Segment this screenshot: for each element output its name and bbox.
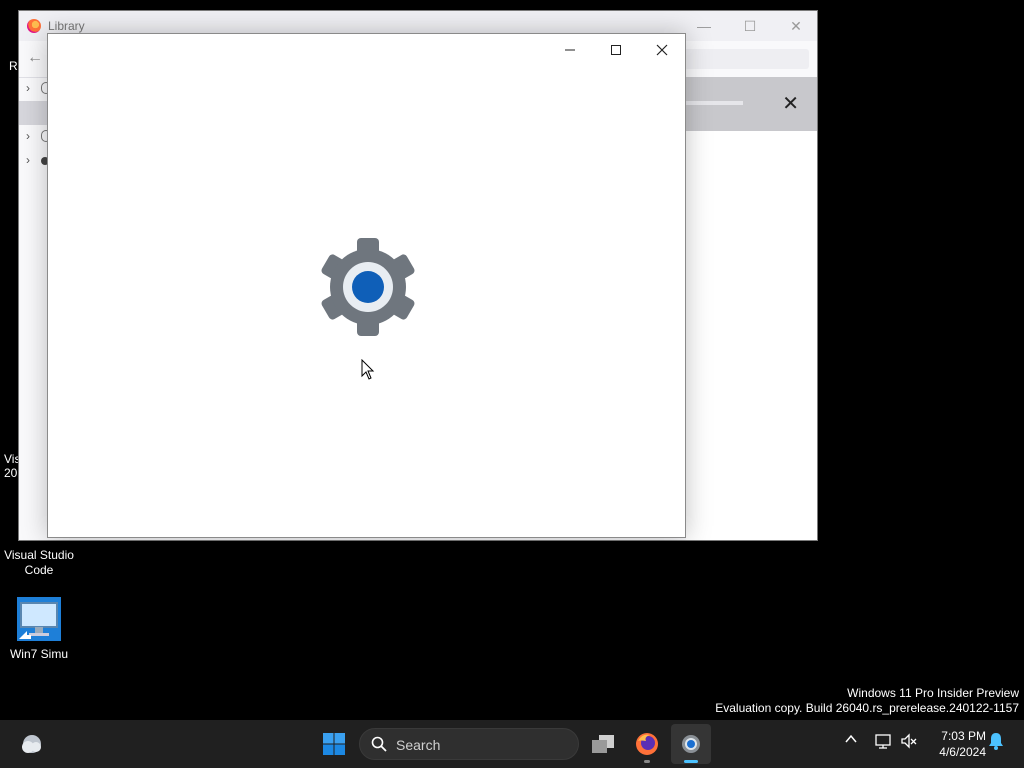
- firefox-taskbar-button[interactable]: [627, 724, 667, 764]
- gear-icon: [317, 236, 419, 338]
- firefox-icon: [636, 733, 658, 755]
- settings-minimize-button[interactable]: [547, 34, 593, 66]
- library-close-button[interactable]: ✕: [773, 11, 819, 41]
- settings-icon: [682, 735, 700, 753]
- bell-icon: [989, 733, 1003, 750]
- taskbar-search-box[interactable]: Search: [359, 728, 579, 760]
- chevron-right-icon[interactable]: ›: [26, 81, 30, 95]
- start-button[interactable]: [314, 724, 354, 764]
- desktop-icon-label: Win7 Simu: [9, 647, 68, 661]
- system-clock[interactable]: 7:03 PM 4/6/2024: [928, 728, 986, 760]
- tree-item-bookmarks[interactable]: ›: [19, 149, 49, 173]
- taskbar: Search 7:03 PM 4/6/2024: [0, 720, 1024, 768]
- close-icon: ✕: [790, 17, 802, 34]
- network-icon: [875, 734, 891, 749]
- maximize-icon: [611, 45, 621, 55]
- network-status-button[interactable]: [874, 732, 892, 755]
- library-content-pane: [686, 131, 817, 540]
- show-hidden-icons-button[interactable]: [844, 732, 858, 751]
- search-placeholder: Search: [396, 737, 441, 753]
- chevron-right-icon[interactable]: ›: [26, 129, 30, 143]
- mouse-cursor-icon: [361, 359, 375, 380]
- minimize-icon: [565, 49, 575, 51]
- settings-taskbar-button[interactable]: [671, 724, 711, 764]
- chevron-right-icon[interactable]: ›: [26, 153, 30, 167]
- tree-item-downloads[interactable]: [19, 101, 49, 125]
- chevron-up-icon: [845, 734, 857, 743]
- settings-close-button[interactable]: [639, 34, 685, 66]
- desktop-partial-label: 20: [4, 466, 18, 480]
- library-title: Library: [48, 19, 85, 33]
- maximize-icon: ☐: [743, 17, 757, 34]
- volume-button[interactable]: [900, 732, 918, 755]
- start-icon: [323, 733, 345, 755]
- library-notification-bar: ✕: [686, 77, 817, 131]
- library-minimize-button[interactable]: —: [681, 11, 727, 41]
- tree-item-tags[interactable]: ›: [19, 125, 51, 149]
- notification-close-icon[interactable]: ✕: [782, 91, 799, 116]
- library-search-field[interactable]: [669, 49, 809, 69]
- firefox-icon: [27, 19, 41, 33]
- evaluation-watermark: Windows 11 Pro Insider Preview Evaluatio…: [715, 686, 1019, 716]
- desktop-icon-vscode[interactable]: Visual Studio Code: [3, 548, 75, 578]
- progress-bar: [686, 101, 743, 105]
- library-maximize-button[interactable]: ☐: [727, 11, 773, 41]
- watermark-line: Evaluation copy. Build 26040.rs_prerelea…: [715, 701, 1019, 715]
- widgets-button[interactable]: [12, 724, 52, 764]
- desktop-icon-win7-simu[interactable]: Win7 Simu: [3, 595, 75, 662]
- clock-date: 4/6/2024: [939, 745, 986, 759]
- desktop-icon-label: Visual Studio Code: [4, 548, 74, 577]
- task-view-button[interactable]: [583, 724, 623, 764]
- tree-item-history[interactable]: ›: [19, 77, 51, 101]
- search-icon: [371, 736, 387, 752]
- task-view-icon: [592, 735, 614, 753]
- back-arrow-icon[interactable]: ←: [27, 49, 43, 67]
- speaker-muted-icon: [901, 733, 917, 749]
- clock-time: 7:03 PM: [941, 729, 986, 743]
- weather-cloud-icon: [22, 735, 41, 753]
- notifications-button[interactable]: [988, 732, 1004, 755]
- active-indicator: [684, 760, 698, 763]
- library-tree: › › ›: [19, 77, 51, 173]
- settings-maximize-button[interactable]: [593, 34, 639, 66]
- watermark-line: Windows 11 Pro Insider Preview: [847, 686, 1019, 700]
- close-icon: [656, 44, 668, 56]
- settings-window[interactable]: [47, 33, 686, 538]
- running-indicator: [644, 760, 650, 763]
- minimize-icon: —: [697, 18, 711, 34]
- monitor-icon: [15, 595, 63, 643]
- desktop-partial-label: R: [9, 59, 18, 73]
